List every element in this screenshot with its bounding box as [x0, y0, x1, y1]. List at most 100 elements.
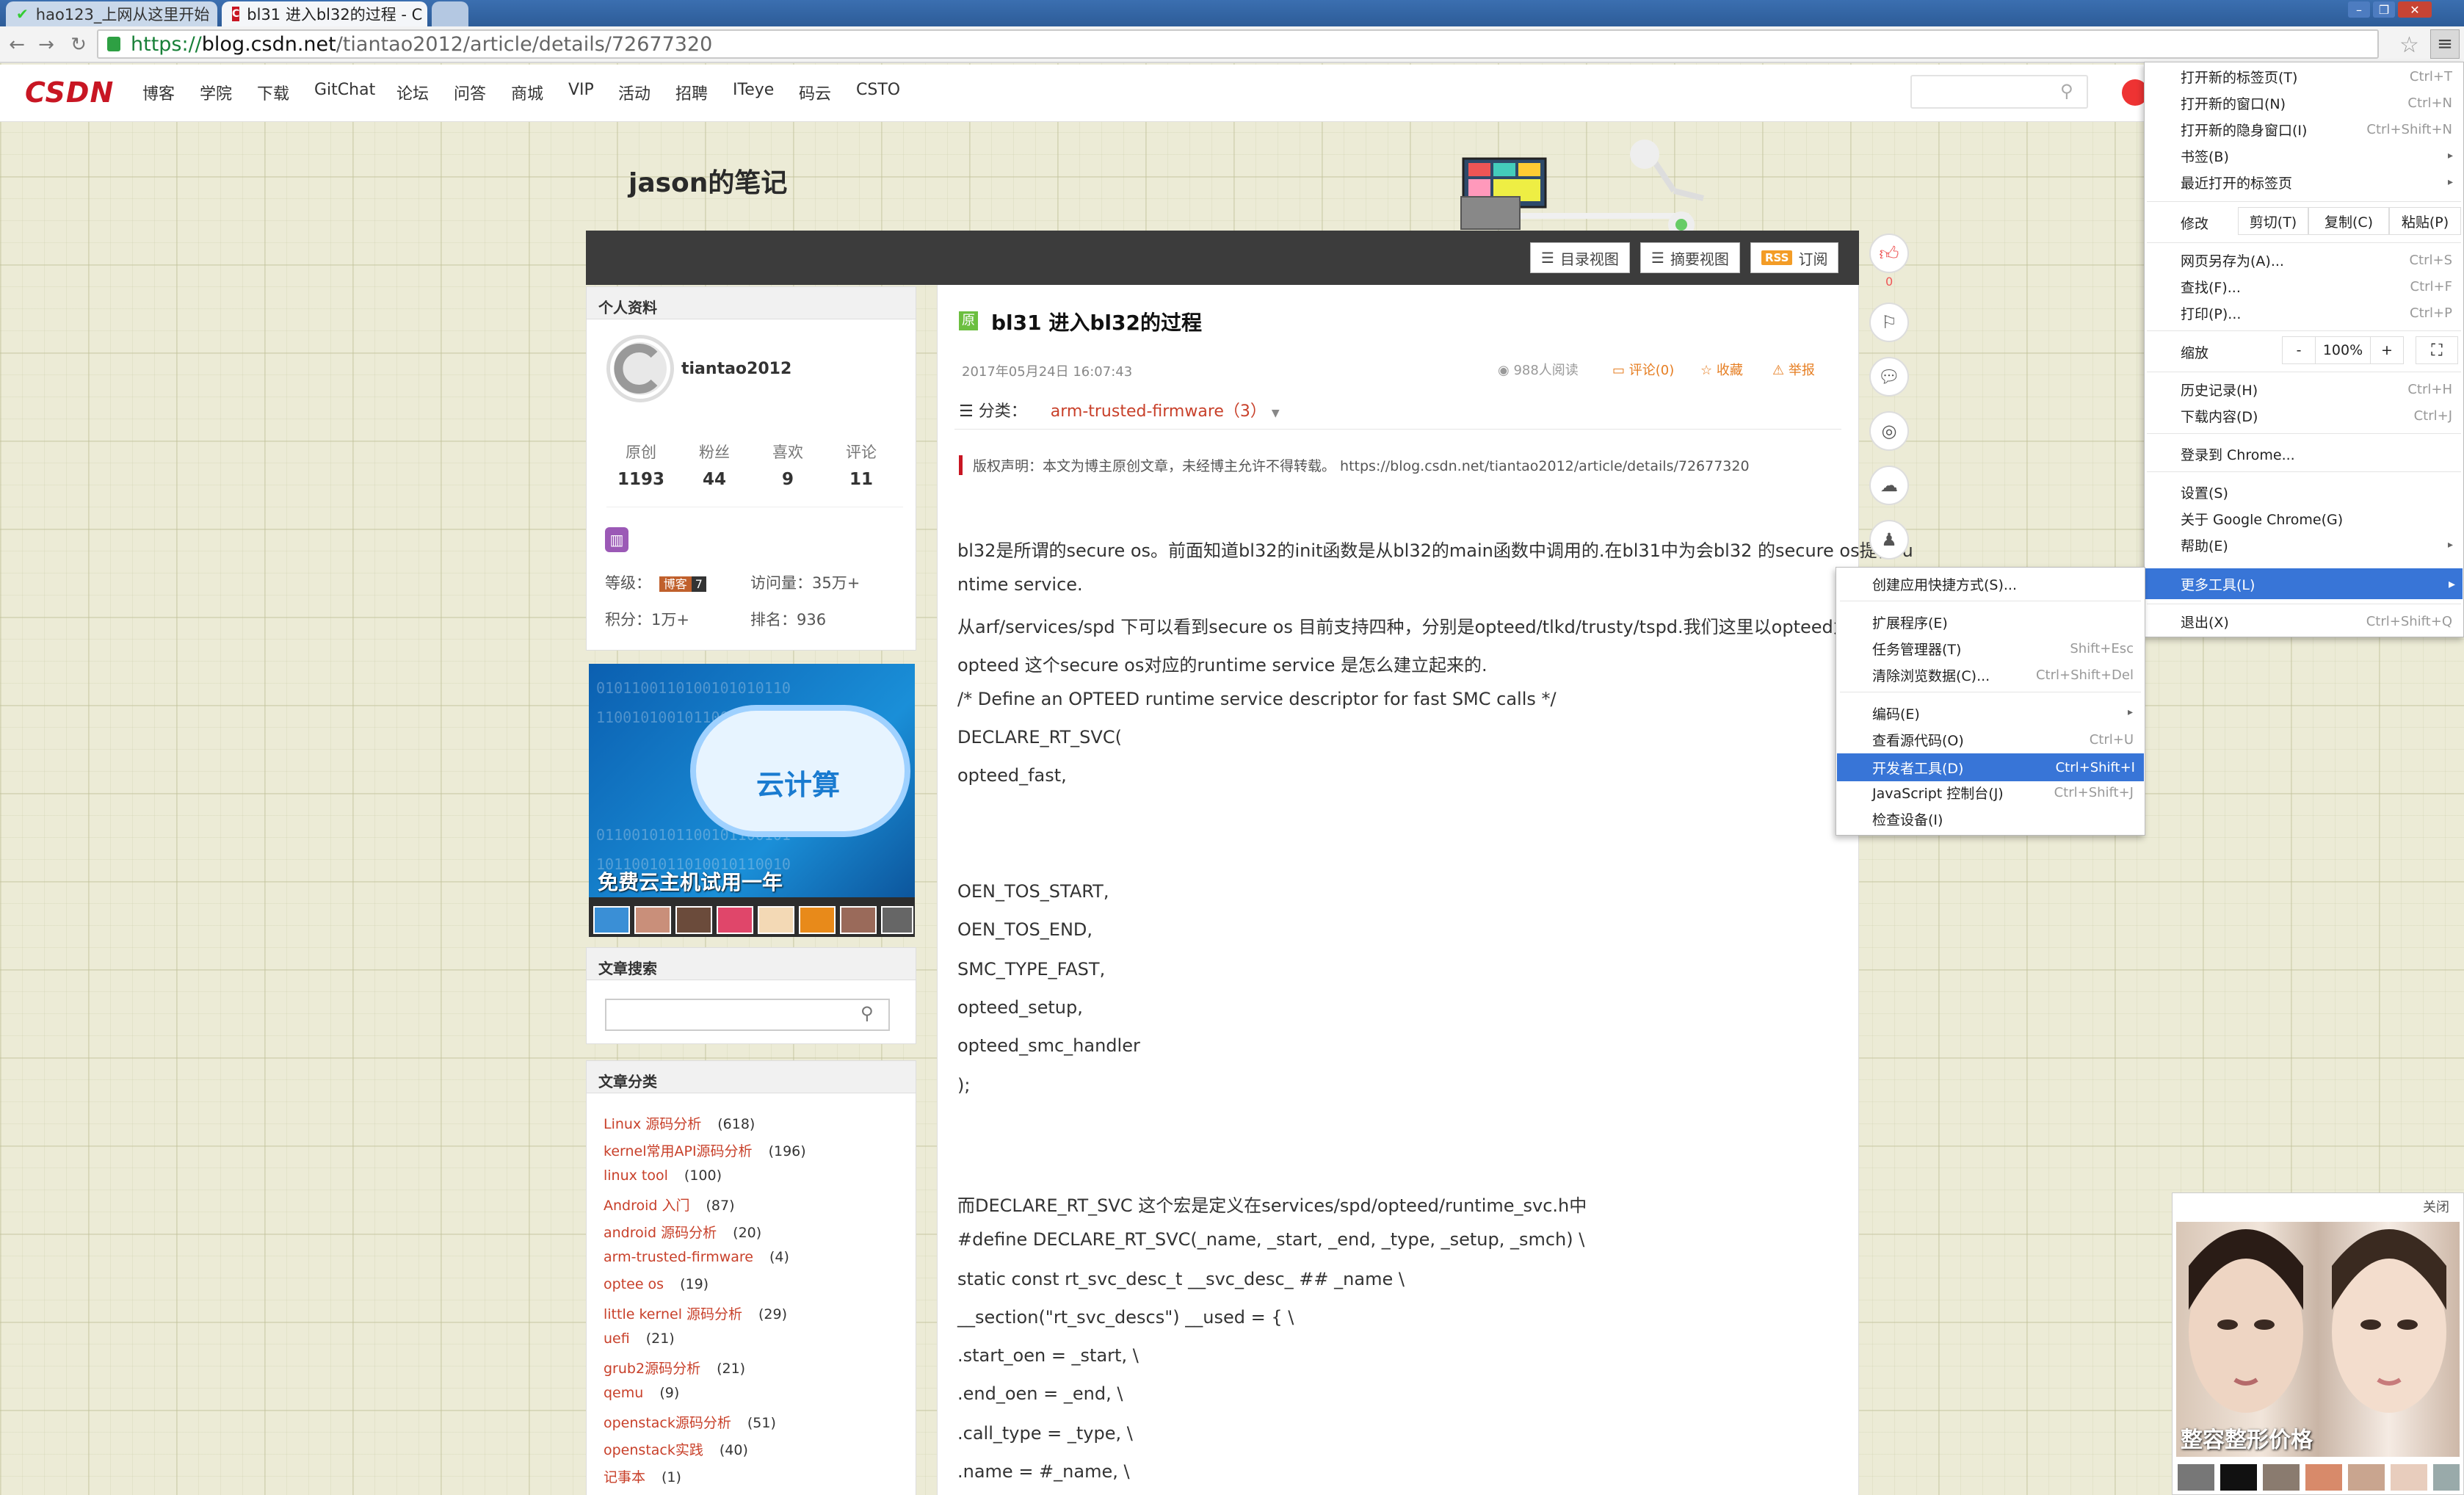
- submenu-item-create-shortcut[interactable]: 创建应用快捷方式(S)...: [1872, 571, 2142, 596]
- list-item[interactable]: 记事本 (1): [604, 1466, 681, 1486]
- menu-item-exit[interactable]: 退出(X) Ctrl+Shift+Q: [2181, 609, 2460, 633]
- avatar[interactable]: [606, 335, 674, 402]
- reload-icon[interactable]: ↻: [66, 32, 91, 57]
- wechat-share-button[interactable]: ☁: [1869, 466, 1909, 505]
- ad-thumbnail[interactable]: [717, 906, 753, 934]
- list-item[interactable]: little kernel 源码分析 (29): [604, 1303, 787, 1323]
- menu-item-bookmarks[interactable]: 书签(B): [2181, 144, 2460, 167]
- nav-blog[interactable]: 博客: [142, 81, 175, 104]
- menu-item-help[interactable]: 帮助(E): [2181, 533, 2460, 557]
- search-icon[interactable]: ⚲: [2060, 81, 2073, 101]
- search-icon[interactable]: ⚲: [860, 1003, 874, 1024]
- menu-item-save-page[interactable]: 网页另存为(A)... Ctrl+S: [2181, 248, 2460, 272]
- ad-caption[interactable]: 整容整形价格: [2181, 1422, 2313, 1454]
- minimize-icon[interactable]: –: [2348, 1, 2370, 18]
- csdn-logo[interactable]: CSDN: [25, 76, 114, 109]
- list-item[interactable]: qemu (9): [604, 1385, 679, 1401]
- maximize-icon[interactable]: ❐: [2373, 1, 2395, 18]
- weibo-share-button[interactable]: ◎: [1869, 411, 1909, 451]
- list-item[interactable]: uefi (21): [604, 1331, 675, 1347]
- ad-thumbnail[interactable]: [634, 906, 671, 934]
- ad-thumbnail[interactable]: [2219, 1463, 2258, 1492]
- nav-vip[interactable]: VIP: [568, 81, 594, 99]
- menu-item-sign-in[interactable]: 登录到 Chrome...: [2181, 442, 2460, 466]
- nav-csto[interactable]: CSTO: [856, 81, 900, 99]
- list-item[interactable]: Linux 源码分析 (618): [604, 1113, 755, 1133]
- ad-thumbnail[interactable]: [2347, 1463, 2386, 1492]
- ad-thumbnail[interactable]: [593, 906, 630, 934]
- address-bar[interactable]: https://blog.csdn.net/tiantao2012/articl…: [97, 29, 2379, 59]
- nav-qa[interactable]: 问答: [454, 81, 486, 104]
- list-item[interactable]: linux tool (100): [604, 1168, 722, 1184]
- tab-hao123[interactable]: ✔ hao123_上网从这里开始 ×: [6, 1, 217, 26]
- bookmark-star-icon[interactable]: ☆: [2399, 32, 2419, 58]
- menu-item-incognito[interactable]: 打开新的隐身窗口(I) Ctrl+Shift+N: [2181, 117, 2460, 141]
- back-arrow-icon[interactable]: ←: [4, 32, 29, 57]
- ad-thumbnail[interactable]: [758, 906, 794, 934]
- like-button[interactable]: 👍︎: [1869, 234, 1909, 273]
- nav-jobs[interactable]: 招聘: [675, 81, 708, 104]
- toc-view-button[interactable]: ☰ 目录视图: [1530, 242, 1630, 273]
- submenu-item-developer-tools[interactable]: 开发者工具(D) Ctrl+Shift+I: [1837, 753, 2144, 781]
- submenu-item-encoding[interactable]: 编码(E): [1872, 701, 2142, 725]
- paste-button[interactable]: 粘贴(P): [2389, 207, 2461, 235]
- rss-subscribe-button[interactable]: RSS 订阅: [1750, 242, 1839, 273]
- zoom-out-button[interactable]: -: [2282, 336, 2316, 364]
- menu-item-more-tools[interactable]: 更多工具(L) ▸: [2145, 568, 2463, 599]
- ad-close-button[interactable]: 关闭: [2423, 1197, 2449, 1216]
- article-search-input[interactable]: [605, 999, 890, 1031]
- tab-csdn-article[interactable]: C bl31 进入bl32的过程 - C ×: [222, 1, 427, 26]
- qq-share-button[interactable]: ♟: [1869, 520, 1909, 560]
- menu-item-find[interactable]: 查找(F)... Ctrl+F: [2181, 275, 2460, 298]
- blog-title[interactable]: jason的笔记: [628, 162, 787, 200]
- bookmark-button[interactable]: ⚐: [1869, 303, 1909, 342]
- nav-academy[interactable]: 学院: [200, 81, 232, 104]
- list-item[interactable]: arm-trusted-firmware (4): [604, 1249, 789, 1265]
- ad-thumbnail[interactable]: [2389, 1463, 2429, 1492]
- menu-item-recent-tabs[interactable]: 最近打开的标签页: [2181, 170, 2460, 194]
- submenu-item-task-manager[interactable]: 任务管理器(T) Shift+Esc: [1872, 636, 2142, 661]
- comment-button[interactable]: 💬︎: [1869, 357, 1909, 397]
- submenu-item-extensions[interactable]: 扩展程序(E): [1872, 609, 2142, 634]
- fullscreen-icon[interactable]: ⛶: [2416, 336, 2458, 364]
- list-item[interactable]: grub2源码分析 (21): [604, 1358, 745, 1378]
- ad-thumbnail[interactable]: [2432, 1463, 2461, 1492]
- menu-item-new-tab[interactable]: 打开新的标签页(T) Ctrl+T: [2181, 65, 2460, 88]
- submenu-item-inspect-devices[interactable]: 检查设备(I): [1872, 806, 2142, 831]
- submenu-item-view-source[interactable]: 查看源代码(O) Ctrl+U: [1872, 727, 2142, 752]
- submenu-item-clear-data[interactable]: 清除浏览数据(C)... Ctrl+Shift+Del: [1872, 662, 2142, 687]
- nav-forum[interactable]: 论坛: [396, 81, 429, 104]
- ad-thumbnail[interactable]: [799, 906, 836, 934]
- menu-item-new-window[interactable]: 打开新的窗口(N) Ctrl+N: [2181, 91, 2460, 115]
- nav-events[interactable]: 活动: [618, 81, 651, 104]
- summary-view-button[interactable]: ☰ 摘要视图: [1640, 242, 1740, 273]
- ad-thumbnail[interactable]: [881, 906, 913, 934]
- ad-thumbnail[interactable]: [675, 906, 712, 934]
- chrome-menu-icon[interactable]: ≡: [2430, 29, 2460, 59]
- forward-arrow-icon[interactable]: →: [34, 32, 59, 57]
- list-item[interactable]: openstack实践 (40): [604, 1439, 748, 1459]
- zoom-in-button[interactable]: +: [2370, 336, 2404, 364]
- list-item[interactable]: kernel常用API源码分析 (196): [604, 1140, 806, 1160]
- dropdown-caret-icon[interactable]: ▼: [1272, 408, 1280, 419]
- nav-download[interactable]: 下载: [257, 81, 289, 104]
- comment-link[interactable]: ▭ 评论(0): [1612, 360, 1674, 379]
- ad-thumbnail[interactable]: [840, 906, 877, 934]
- category-link[interactable]: arm-trusted-firmware（3）: [1051, 402, 1267, 421]
- new-tab-button[interactable]: [432, 1, 468, 26]
- cut-button[interactable]: 剪切(T): [2238, 207, 2308, 235]
- list-item[interactable]: openstack源码分析 (51): [604, 1412, 776, 1432]
- list-item[interactable]: Android 入门 (87): [604, 1195, 735, 1215]
- ad-thumbnail[interactable]: [2176, 1463, 2216, 1492]
- favorite-link[interactable]: ☆ 收藏: [1700, 360, 1743, 379]
- close-window-icon[interactable]: ✕: [2398, 1, 2432, 18]
- menu-item-settings[interactable]: 设置(S): [2181, 480, 2460, 504]
- ad-caption[interactable]: 免费云主机试用一年: [598, 866, 783, 896]
- nav-gitchat[interactable]: GitChat: [314, 81, 375, 99]
- nav-mall[interactable]: 商城: [511, 81, 543, 104]
- list-item[interactable]: android 源码分析 (20): [604, 1222, 761, 1242]
- nav-iteye[interactable]: ITeye: [733, 81, 774, 99]
- article-title[interactable]: bl31 进入bl32的过程: [991, 307, 1202, 336]
- menu-item-print[interactable]: 打印(P)... Ctrl+P: [2181, 301, 2460, 325]
- submenu-item-js-console[interactable]: JavaScript 控制台(J) Ctrl+Shift+J: [1872, 780, 2142, 805]
